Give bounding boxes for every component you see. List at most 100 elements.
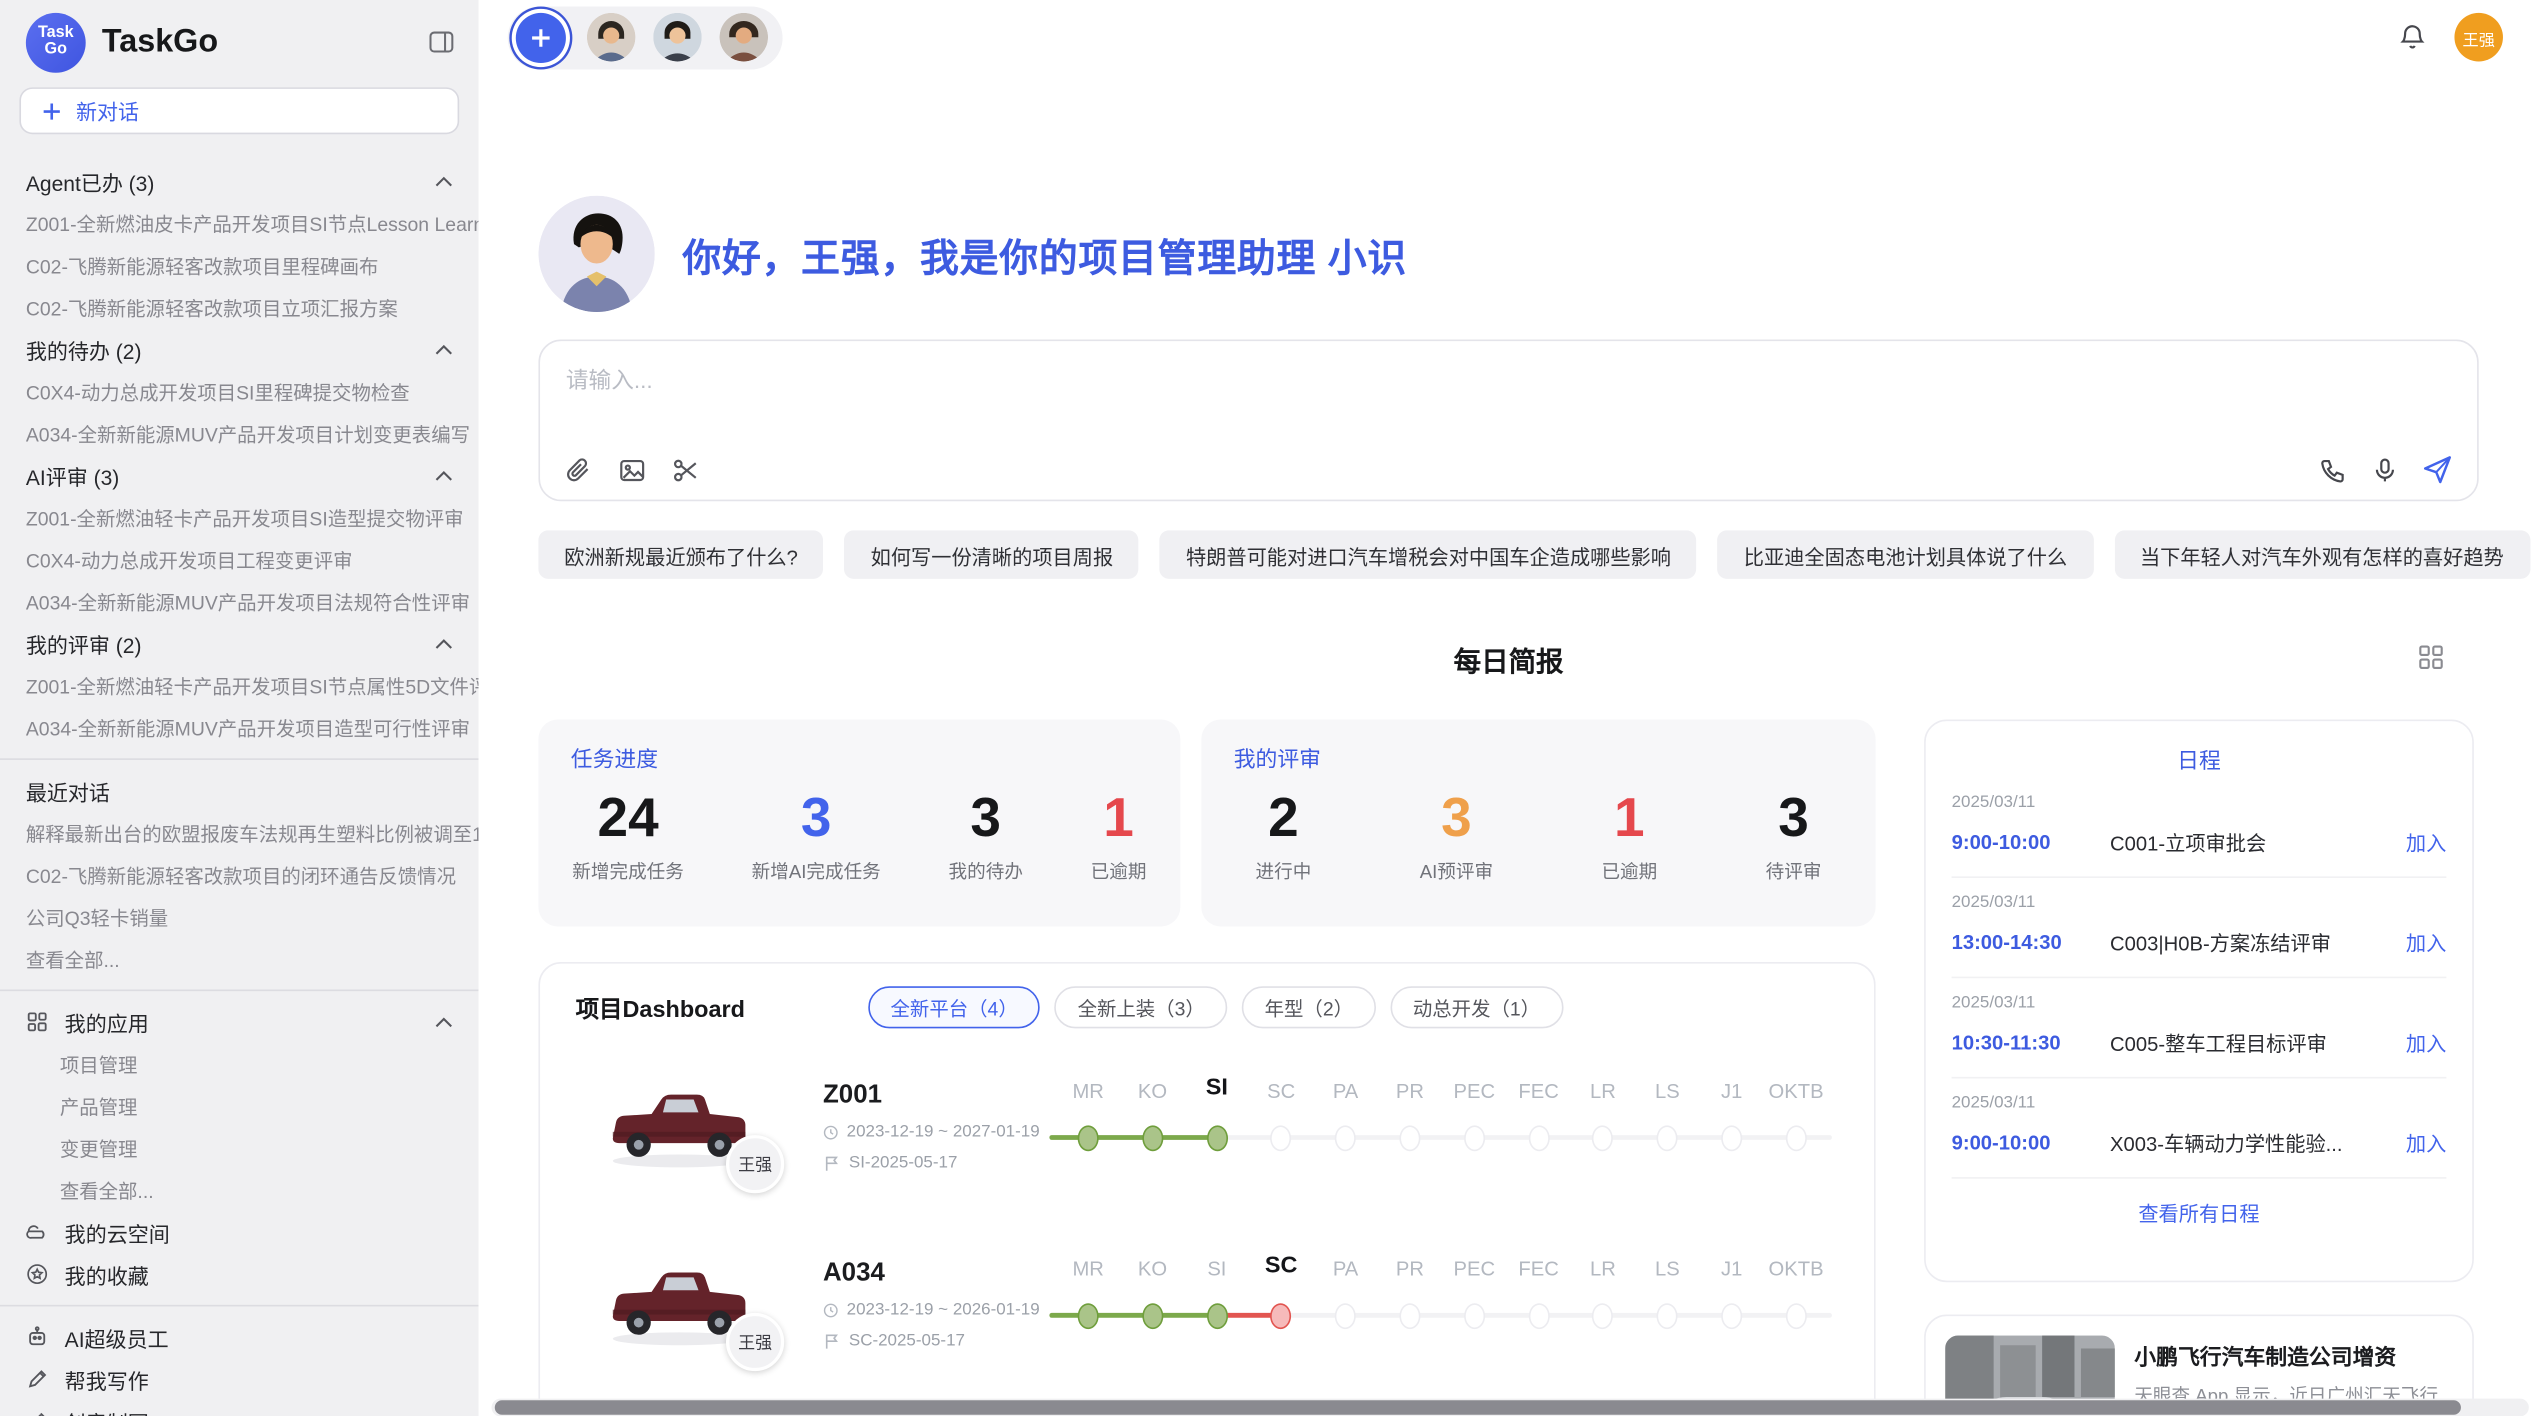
conversation-item[interactable]: C0X4-动力总成开发项目工程变更评审 bbox=[0, 538, 479, 580]
conversation-item[interactable]: Z001-全新燃油轻卡产品开发项目SI造型提交物评审 bbox=[0, 496, 479, 538]
sidebar-header: Task Go TaskGo bbox=[0, 0, 479, 78]
my-apps-header[interactable]: 我的应用 bbox=[0, 1001, 479, 1043]
recent-chat-item[interactable]: 公司Q3轻卡销量 bbox=[0, 896, 479, 938]
conversation-item[interactable]: A034-全新新能源MUV产品开发项目法规符合性评审 bbox=[0, 580, 479, 622]
section-header[interactable]: 我的待办 (2) bbox=[0, 328, 479, 370]
project-row[interactable]: 王强 A034 2023-12-19 ~ 2026-01-19 SC-2025-… bbox=[576, 1227, 1839, 1382]
send-icon[interactable] bbox=[2422, 454, 2453, 485]
project-owner-badge: 王强 bbox=[726, 1135, 784, 1193]
app-item[interactable]: 变更管理 bbox=[0, 1127, 479, 1169]
microphone-icon[interactable] bbox=[2370, 455, 2399, 484]
schedule-item[interactable]: 2025/03/11 9:00-10:00 C001-立项审批会 加入 bbox=[1952, 778, 2447, 878]
new-session-button[interactable] bbox=[516, 12, 566, 62]
image-icon[interactable] bbox=[618, 456, 647, 485]
stat: 2进行中 bbox=[1256, 786, 1312, 885]
milestone-node bbox=[1528, 1303, 1549, 1329]
suggestion-chip[interactable]: 特朗普可能对进口汽车增税会对中国车企造成哪些影响 bbox=[1160, 530, 1697, 579]
project-flag: SC-2025-05-17 bbox=[849, 1331, 965, 1350]
recent-chats-header: 最近对话 bbox=[0, 770, 479, 812]
sidebar-item-cloud-space[interactable]: 我的云空间 bbox=[0, 1211, 479, 1253]
chevron-up-icon bbox=[435, 1016, 453, 1027]
conversation-item[interactable]: C02-飞腾新能源轻客改款项目立项汇报方案 bbox=[0, 286, 479, 328]
divider bbox=[0, 990, 479, 992]
suggestion-chip[interactable]: 当下年轻人对汽车外观有怎样的喜好趋势 bbox=[2114, 530, 2530, 579]
suggestion-chip[interactable]: 如何写一份清晰的项目周报 bbox=[845, 530, 1139, 579]
conversation-item[interactable]: A034-全新新能源MUV产品开发项目造型可行性评审 bbox=[0, 707, 479, 749]
chevron-up-icon bbox=[435, 344, 453, 355]
conversation-item[interactable]: Z001-全新燃油皮卡产品开发项目SI节点Lesson Learn报告 bbox=[0, 202, 479, 244]
recent-chat-item[interactable]: 查看全部... bbox=[0, 938, 479, 980]
section-header[interactable]: AI评审 (3) bbox=[0, 454, 479, 496]
session-avatar-1[interactable] bbox=[587, 13, 636, 62]
schedule-item[interactable]: 2025/03/11 13:00-14:30 C003|H0B-方案冻结评审 加… bbox=[1952, 878, 2447, 978]
milestone-label: OKTB bbox=[1769, 1080, 1824, 1103]
app-item[interactable]: 查看全部... bbox=[0, 1169, 479, 1211]
sidebar: Task Go TaskGo 新对话 Agent已办 (3)Z001-全新燃油皮… bbox=[0, 0, 479, 1416]
milestone-timeline: MRKOSISCPAPRPECFECLRLSJ1OKTB bbox=[1040, 1070, 1839, 1183]
conversation-item[interactable]: C02-飞腾新能源轻客改款项目里程碑画布 bbox=[0, 244, 479, 286]
sidebar-tool-item[interactable]: 帮我写作 bbox=[0, 1358, 479, 1400]
sidebar-body: Agent已办 (3)Z001-全新燃油皮卡产品开发项目SI节点Lesson L… bbox=[0, 150, 479, 1416]
topbar: 王强 bbox=[479, 0, 2532, 74]
layout-grid-icon[interactable] bbox=[2417, 644, 2444, 680]
milestone-node bbox=[1335, 1125, 1356, 1151]
conversation-item[interactable]: Z001-全新燃油轻卡产品开发项目SI节点属性5D文件评审 bbox=[0, 665, 479, 707]
dashboard-tab[interactable]: 全新平台（4） bbox=[868, 986, 1041, 1028]
paperclip-icon[interactable] bbox=[564, 456, 593, 485]
project-name: Z001 bbox=[823, 1082, 1040, 1111]
milestone-node bbox=[1657, 1125, 1678, 1151]
card-title: 任务进度 bbox=[571, 741, 658, 773]
news-title: 小鹏飞行汽车制造公司增资 bbox=[2134, 1339, 2453, 1371]
section-header[interactable]: 我的评审 (2) bbox=[0, 623, 479, 665]
join-link[interactable]: 加入 bbox=[2406, 826, 2446, 857]
schedule-date: 2025/03/11 bbox=[1952, 1093, 2447, 1112]
app-item[interactable]: 项目管理 bbox=[0, 1043, 479, 1085]
join-link[interactable]: 加入 bbox=[2406, 1127, 2446, 1158]
join-link[interactable]: 加入 bbox=[2406, 1027, 2446, 1058]
schedule-item[interactable]: 2025/03/11 9:00-10:00 X003-车辆动力学性能验... 加… bbox=[1952, 1078, 2447, 1178]
collapse-sidebar-icon[interactable] bbox=[427, 27, 456, 56]
dashboard-tab[interactable]: 年型（2） bbox=[1242, 986, 1376, 1028]
app-item[interactable]: 产品管理 bbox=[0, 1085, 479, 1127]
new-chat-button[interactable]: 新对话 bbox=[19, 87, 459, 134]
recent-chat-item[interactable]: 解释最新出台的欧盟报废车法规再生塑料比例被调至15%... bbox=[0, 812, 479, 854]
conversation-item[interactable]: C0X4-动力总成开发项目SI里程碑提交物检查 bbox=[0, 370, 479, 412]
schedule-item[interactable]: 2025/03/11 10:30-11:30 C005-整车工程目标评审 加入 bbox=[1952, 978, 2447, 1078]
suggestion-chip[interactable]: 欧洲新规最近颁布了什么? bbox=[538, 530, 823, 579]
schedule-title: 日程 bbox=[1952, 742, 2447, 774]
my-review-card: 我的评审 2进行中3AI预评审1已逾期3待评审 bbox=[1201, 720, 1875, 927]
section-header[interactable]: Agent已办 (3) bbox=[0, 160, 479, 202]
project-dashboard-card: 项目Dashboard 全新平台（4）全新上装（3）年型（2）动总开发（1） 王… bbox=[538, 962, 1875, 1416]
session-avatar-2[interactable] bbox=[653, 13, 702, 62]
sidebar-tool-item[interactable]: AI超级员工 bbox=[0, 1316, 479, 1358]
milestone-node bbox=[1592, 1303, 1613, 1329]
milestone-label: PA bbox=[1333, 1080, 1358, 1103]
suggestion-chips: 欧洲新规最近颁布了什么? 如何写一份清晰的项目周报特朗普可能对进口汽车增税会对中国… bbox=[538, 530, 2478, 579]
schedule-name: X003-车辆动力学性能验... bbox=[2100, 1127, 2406, 1158]
dashboard-tab[interactable]: 全新上装（3） bbox=[1055, 986, 1228, 1028]
suggestion-chip[interactable]: 比亚迪全固态电池计划具体说了什么 bbox=[1718, 530, 2093, 579]
project-dates: 2023-12-19 ~ 2026-01-19 bbox=[847, 1300, 1040, 1319]
notification-bell-icon[interactable] bbox=[2398, 23, 2427, 52]
scrollbar-thumb[interactable] bbox=[495, 1400, 2461, 1415]
session-avatar-3[interactable] bbox=[720, 13, 769, 62]
horizontal-scrollbar[interactable] bbox=[492, 1399, 2529, 1416]
sidebar-item-favorites[interactable]: 我的收藏 bbox=[0, 1253, 479, 1295]
view-all-schedule-link[interactable]: 查看所有日程 bbox=[1952, 1179, 2447, 1228]
milestone-node bbox=[1464, 1125, 1485, 1151]
user-avatar[interactable]: 王强 bbox=[2454, 13, 2503, 62]
phone-icon[interactable] bbox=[2319, 455, 2348, 484]
conversation-item[interactable]: A034-全新新能源MUV产品开发项目计划变更表编写 bbox=[0, 412, 479, 454]
recent-chat-item[interactable]: C02-飞腾新能源轻客改款项目的闭环通告反馈情况 bbox=[0, 854, 479, 896]
divider bbox=[0, 1305, 479, 1307]
dashboard-tab[interactable]: 动总开发（1） bbox=[1390, 986, 1563, 1028]
project-row[interactable]: 王强 Z001 2023-12-19 ~ 2027-01-19 SI-2025-… bbox=[576, 1049, 1839, 1204]
chat-input[interactable] bbox=[566, 364, 2451, 442]
chevron-up-icon bbox=[435, 470, 453, 481]
schedule-name: C005-整车工程目标评审 bbox=[2100, 1027, 2406, 1058]
plus-icon bbox=[530, 27, 551, 48]
milestone-label: J1 bbox=[1721, 1080, 1742, 1103]
scissors-icon[interactable] bbox=[671, 456, 700, 485]
sidebar-tool-item[interactable]: 创意制图 bbox=[0, 1400, 479, 1416]
join-link[interactable]: 加入 bbox=[2406, 926, 2446, 957]
